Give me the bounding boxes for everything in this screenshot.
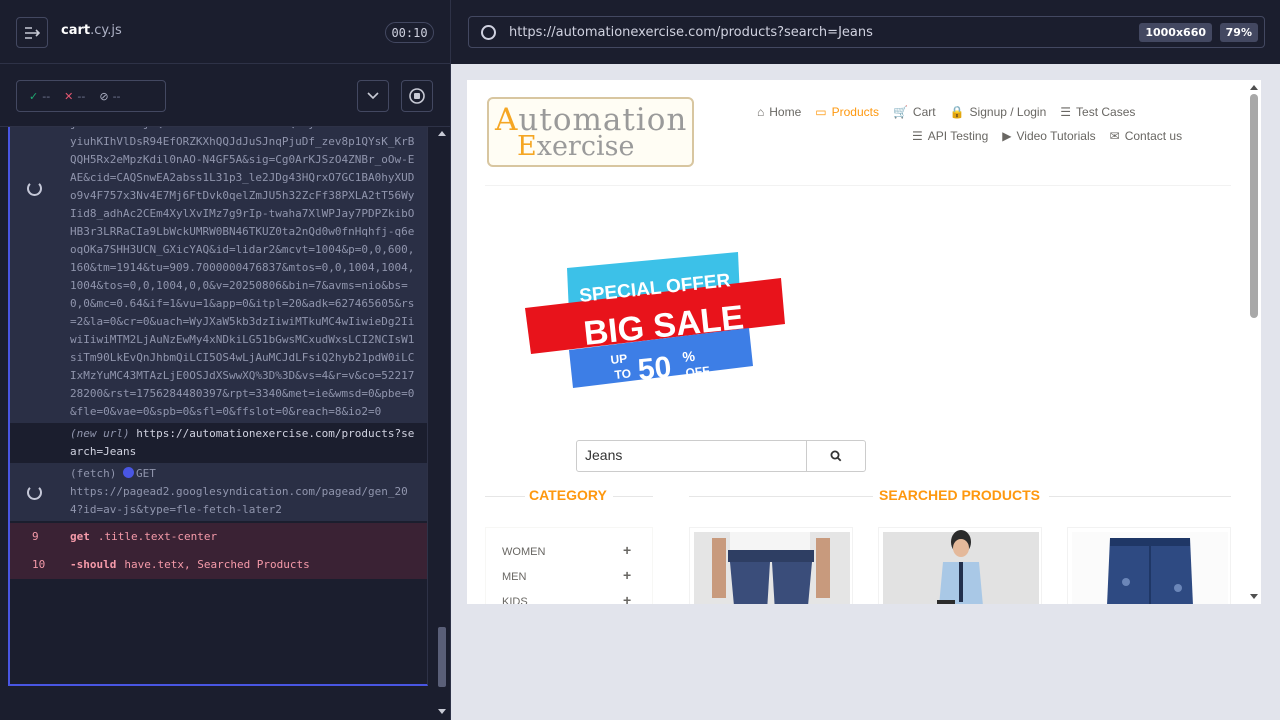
command-message: have.tetx, Searched Products xyxy=(124,558,310,571)
list-icon: ☰ xyxy=(1060,105,1072,119)
product-card[interactable] xyxy=(878,527,1042,604)
search-icon xyxy=(830,450,842,462)
sale-banner: SPECIAL OFFER BIG SALE UP TO 50 % OFF xyxy=(525,252,785,388)
category-line-left xyxy=(485,496,525,497)
category-line-right xyxy=(613,496,653,497)
check-icon: ✓ xyxy=(29,89,39,103)
searched-line-left xyxy=(689,496,873,497)
site-logo[interactable]: Automation Exercise xyxy=(487,97,694,167)
sale-off: OFF xyxy=(685,364,710,380)
stop-button[interactable] xyxy=(401,80,433,112)
header-divider xyxy=(485,185,1231,186)
zoom-badge: 79% xyxy=(1219,23,1258,42)
request-log-entry[interactable]: jUPhnaXBs1rj5QRVeblX3wtw0Ls6CFYM1QenyN2x… xyxy=(10,127,427,423)
x-icon: ✕ xyxy=(64,89,74,103)
products-icon: ▭ xyxy=(815,105,827,119)
stop-icon xyxy=(409,88,425,104)
nav-products[interactable]: ▭ Products xyxy=(815,105,879,119)
category-women[interactable]: WOMEN xyxy=(502,546,545,558)
spec-filename: cart.cy.js xyxy=(61,23,122,38)
command-log-scrollbar[interactable] xyxy=(436,127,448,720)
fetch-log-entry[interactable]: (fetch) GET https://pagead2.googlesyndic… xyxy=(10,463,427,521)
collapse-icon xyxy=(25,26,40,39)
cart-icon: 🛒 xyxy=(892,105,908,119)
command-row-9[interactable]: 9 get .title.text-center xyxy=(10,523,427,551)
viewport-badge: 1000x660 xyxy=(1139,23,1212,42)
pending-count: ⊘ -- xyxy=(99,89,121,103)
lock-icon: 🔒 xyxy=(949,105,965,119)
product-search: Jeans xyxy=(576,440,866,472)
aut-panel: https://automationexercise.com/products?… xyxy=(450,0,1280,720)
nav-home[interactable]: ⌂ Home xyxy=(757,105,801,119)
nav-signup-login[interactable]: 🔒 Signup / Login xyxy=(950,105,1047,119)
command-number: 10 xyxy=(32,558,46,571)
url-bar[interactable]: https://automationexercise.com/products?… xyxy=(468,16,1265,48)
category-kids[interactable]: KIDS xyxy=(502,596,528,604)
command-row-10[interactable]: 10 -should have.tetx, Searched Products xyxy=(10,551,427,579)
test-stats: ✓ -- ✕ -- ⊘ -- xyxy=(16,80,166,112)
spec-duration: 00:10 xyxy=(385,22,434,43)
loading-spinner-icon xyxy=(27,485,42,500)
category-men[interactable]: MEN xyxy=(502,571,526,583)
main-nav-row1: ⌂ Home ▭ Products 🛒 Cart 🔒 Signup / Login ☰ T… xyxy=(757,105,1135,119)
pending-icon: ⊘ xyxy=(99,89,109,103)
new-url-log-entry[interactable]: (new url) https://automationexercise.com… xyxy=(10,423,427,463)
url-bar-area: https://automationexercise.com/products?… xyxy=(451,0,1280,64)
product-card[interactable] xyxy=(689,527,853,604)
command-log: jUPhnaXBs1rj5QRVeblX3wtw0Ls6CFYM1QenyN2x… xyxy=(8,127,428,686)
searched-line-right xyxy=(1049,496,1231,497)
nav-video-tutorials[interactable]: ▶ Video Tutorials xyxy=(1002,129,1095,143)
category-panel: WOMEN + MEN + KIDS + xyxy=(485,527,653,604)
plus-icon[interactable]: + xyxy=(623,542,631,558)
stats-row: ✓ -- ✕ -- ⊘ -- xyxy=(0,64,450,127)
passed-count: ✓ -- xyxy=(29,89,51,103)
app-under-test: Automation Exercise ⌂ Home ▭ Products 🛒 Car… xyxy=(467,80,1261,604)
command-number: 9 xyxy=(32,530,39,543)
failed-count: ✕ -- xyxy=(64,89,86,103)
page-scrollbar[interactable] xyxy=(1247,80,1261,604)
search-input[interactable]: Jeans xyxy=(577,441,807,471)
command-name: -should xyxy=(70,558,117,571)
spec-header: cart.cy.js 00:10 xyxy=(0,0,450,64)
chevron-down-icon xyxy=(367,92,379,100)
list-icon: ☰ xyxy=(912,129,923,143)
command-message: .title.text-center xyxy=(97,530,218,543)
loading-spinner-icon xyxy=(27,181,42,196)
product-image-jeans-2 xyxy=(883,530,1039,604)
sale-percent: % xyxy=(682,348,697,365)
collapse-specs-button[interactable] xyxy=(16,17,48,48)
nav-test-cases[interactable]: ☰ Test Cases xyxy=(1060,105,1135,119)
searched-products-title: SEARCHED PRODUCTS xyxy=(879,487,1041,503)
expand-dropdown-button[interactable] xyxy=(357,80,389,112)
nav-contact-us[interactable]: ✉ Contact us xyxy=(1110,129,1182,143)
new-url-label: (new url) xyxy=(70,427,130,440)
globe-icon xyxy=(481,25,496,40)
main-nav-row2: ☰ API Testing ▶ Video Tutorials ✉ Contact u… xyxy=(912,129,1182,143)
sale-up: UP xyxy=(610,351,628,367)
command-panel: cart.cy.js 00:10 ✓-- ✕-- ⊘-- jUPhnaXBs1r… xyxy=(0,0,450,720)
envelope-icon: ✉ xyxy=(1109,129,1120,143)
fetch-url: https://pagead2.googlesyndication.com/pa… xyxy=(70,485,408,516)
nav-api-testing[interactable]: ☰ API Testing xyxy=(912,129,988,143)
sale-50: 50 xyxy=(636,351,673,387)
fetch-label: (fetch) xyxy=(70,467,117,480)
youtube-icon: ▶ xyxy=(1002,129,1012,143)
fetch-method: GET xyxy=(135,467,156,480)
plus-icon[interactable]: + xyxy=(623,567,631,583)
product-image-jeans-1 xyxy=(694,532,850,604)
sale-to: TO xyxy=(614,366,632,382)
nav-cart[interactable]: 🛒 Cart xyxy=(893,105,936,119)
request-url-text: jUPhnaXBs1rj5QRVeblX3wtw0Ls6CFYM1QenyN2x… xyxy=(70,127,415,418)
home-icon: ⌂ xyxy=(757,105,765,119)
command-name: get xyxy=(70,530,90,543)
status-dot-icon xyxy=(122,467,134,478)
product-image-jeans-3 xyxy=(1072,532,1228,604)
url-text: https://automationexercise.com/products?… xyxy=(509,25,873,40)
category-title: CATEGORY xyxy=(529,487,607,503)
search-button[interactable] xyxy=(807,441,865,471)
plus-icon[interactable]: + xyxy=(623,592,631,604)
product-card[interactable] xyxy=(1067,527,1231,604)
